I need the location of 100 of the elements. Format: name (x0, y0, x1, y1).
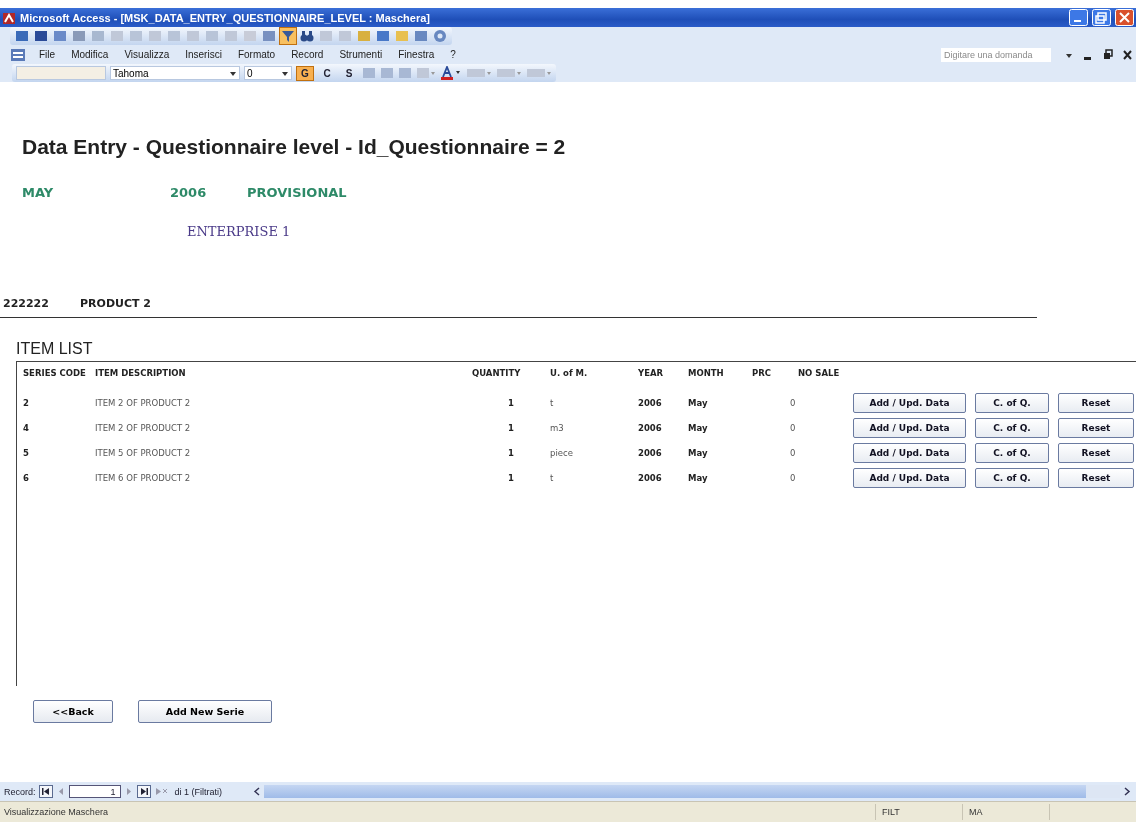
month-label: MAY (22, 185, 55, 200)
product-code: 222222 (3, 297, 50, 310)
reset-button[interactable]: Reset (1058, 442, 1134, 463)
certificate-button[interactable]: C. of Q. (975, 467, 1049, 488)
align-right-icon[interactable] (398, 67, 412, 79)
column-header: MONTH (688, 368, 725, 378)
table-cell-text: t (550, 397, 555, 408)
table-cell-text: 1 (507, 472, 515, 483)
line-color-icon[interactable] (466, 67, 492, 79)
restore-button[interactable] (1103, 48, 1113, 61)
table-cell-text: ITEM 2 OF PRODUCT 2 (95, 422, 192, 433)
table-cell-text: 6 (23, 472, 30, 483)
menu-item[interactable]: Record (288, 48, 327, 61)
text-style-button[interactable]: G (296, 65, 314, 81)
add-new-serie-button[interactable]: Add New Serie (138, 700, 272, 723)
table-cell-text: 0 (790, 472, 797, 483)
scroll-left-icon[interactable] (251, 785, 262, 798)
app-icon (2, 10, 16, 25)
section-title: ITEM LIST (16, 340, 93, 358)
close-button[interactable] (1123, 48, 1132, 61)
text-style-button[interactable]: C (318, 65, 336, 81)
certificate-button[interactable]: C. of Q. (975, 417, 1049, 438)
status-text: Visualizzazione Maschera (3, 807, 109, 817)
first-record-button[interactable] (38, 785, 53, 798)
font-size-combo-box[interactable]: 0 (244, 66, 292, 80)
menu-item[interactable]: Formato (234, 48, 279, 61)
menu-item[interactable]: Modifica (68, 48, 112, 61)
certificate-button[interactable]: C. of Q. (975, 392, 1049, 413)
status-indicator: FILT (875, 804, 962, 820)
binoculars-icon[interactable] (299, 29, 315, 43)
text-style-button[interactable]: S (340, 65, 358, 81)
table-cell-text: 2 (23, 397, 30, 408)
form-icon (10, 47, 26, 62)
table-cell-text: 2006 (638, 472, 663, 483)
table-cell-text: t (550, 472, 555, 483)
add-update-data-button[interactable]: Add / Upd. Data (853, 467, 966, 488)
table-cell-text: ITEM 5 OF PRODUCT 2 (95, 447, 192, 458)
scroll-right-icon[interactable] (1122, 785, 1132, 798)
menu-item[interactable]: Finestra (395, 48, 438, 61)
window-title: Microsoft Access - [MSK_DATA_ENTRY_QUESTIONNAIRE_LEVEL : Maschera] (20, 11, 431, 24)
table-cell-text: May (688, 397, 709, 408)
toolbar-icon[interactable] (375, 29, 391, 43)
menu-item[interactable]: Visualizza (121, 48, 173, 61)
year-label: 2006 (170, 185, 208, 200)
line-width-icon[interactable] (496, 67, 522, 79)
special-effect-icon[interactable] (526, 67, 552, 79)
table-cell-text: ITEM 2 OF PRODUCT 2 (95, 397, 192, 408)
font-name-text: Tahoma (113, 67, 149, 79)
record-label: Record: (4, 786, 36, 797)
table-cell-text: ITEM 6 OF PRODUCT 2 (95, 472, 192, 483)
align-center-icon[interactable] (380, 67, 394, 79)
table-cell-text: 4 (23, 422, 30, 433)
menu-item[interactable]: Inserisci (182, 48, 225, 61)
add-update-data-button[interactable]: Add / Upd. Data (853, 392, 966, 413)
style-combo-box[interactable] (16, 66, 106, 80)
form-heading: Data Entry - Questionnaire level - Id_Questionnaire = 2 (22, 135, 566, 159)
toolbar-icon[interactable] (33, 29, 49, 43)
table-cell-text: 0 (790, 447, 797, 458)
help-icon[interactable] (432, 29, 448, 43)
font-combo-box[interactable]: Tahoma (110, 66, 240, 80)
filter-icon[interactable] (280, 28, 296, 44)
help-search-field[interactable]: Digitare una domanda (941, 47, 1051, 62)
menu-item[interactable]: File (36, 48, 59, 61)
menu-item[interactable]: ? (447, 48, 459, 61)
maximize-button[interactable] (1092, 9, 1111, 26)
add-update-data-button[interactable]: Add / Upd. Data (853, 417, 966, 438)
font-color-icon[interactable] (440, 66, 462, 80)
align-left-icon[interactable] (362, 67, 376, 79)
table-cell-text: 1 (507, 447, 515, 458)
table-cell-text: 2006 (638, 397, 663, 408)
last-record-button[interactable] (136, 785, 151, 798)
table-cell-text: 2006 (638, 422, 663, 433)
back-button[interactable]: <<Back (33, 700, 113, 723)
table-cell-text: 1 (507, 397, 515, 408)
column-header: U. of M. (550, 368, 589, 378)
column-header: ITEM DESCRIPTION (95, 368, 187, 378)
table-cell-text: May (688, 422, 709, 433)
column-header: SERIES CODE (23, 368, 87, 378)
reset-button[interactable]: Reset (1058, 467, 1134, 488)
horizontal-scrollbar[interactable] (251, 785, 1132, 798)
font-size-text: 0 (247, 67, 253, 79)
table-cell-text: 1 (507, 422, 515, 433)
table-cell-text: 0 (790, 422, 797, 433)
table-cell-text: 5 (23, 447, 30, 458)
reset-button[interactable]: Reset (1058, 392, 1134, 413)
toolbar-icon[interactable] (413, 29, 429, 43)
toolbar-icon[interactable] (14, 29, 30, 43)
table-cell-text: m3 (550, 422, 565, 433)
table-cell-text: May (688, 447, 709, 458)
certificate-button[interactable]: C. of Q. (975, 442, 1049, 463)
status-indicator: MA (962, 804, 1049, 820)
fill-color-icon[interactable] (416, 67, 436, 79)
record-number-field[interactable]: 1 (68, 785, 121, 798)
add-update-data-button[interactable]: Add / Upd. Data (853, 442, 966, 463)
reset-button[interactable]: Reset (1058, 417, 1134, 438)
enterprise-name: ENTERPRISE 1 (187, 224, 291, 239)
status-label: PROVISIONAL (247, 185, 347, 200)
product-name: PRODUCT 2 (80, 297, 151, 310)
menu-item[interactable]: Strumenti (336, 48, 386, 61)
toolbar-icon[interactable] (52, 29, 68, 43)
